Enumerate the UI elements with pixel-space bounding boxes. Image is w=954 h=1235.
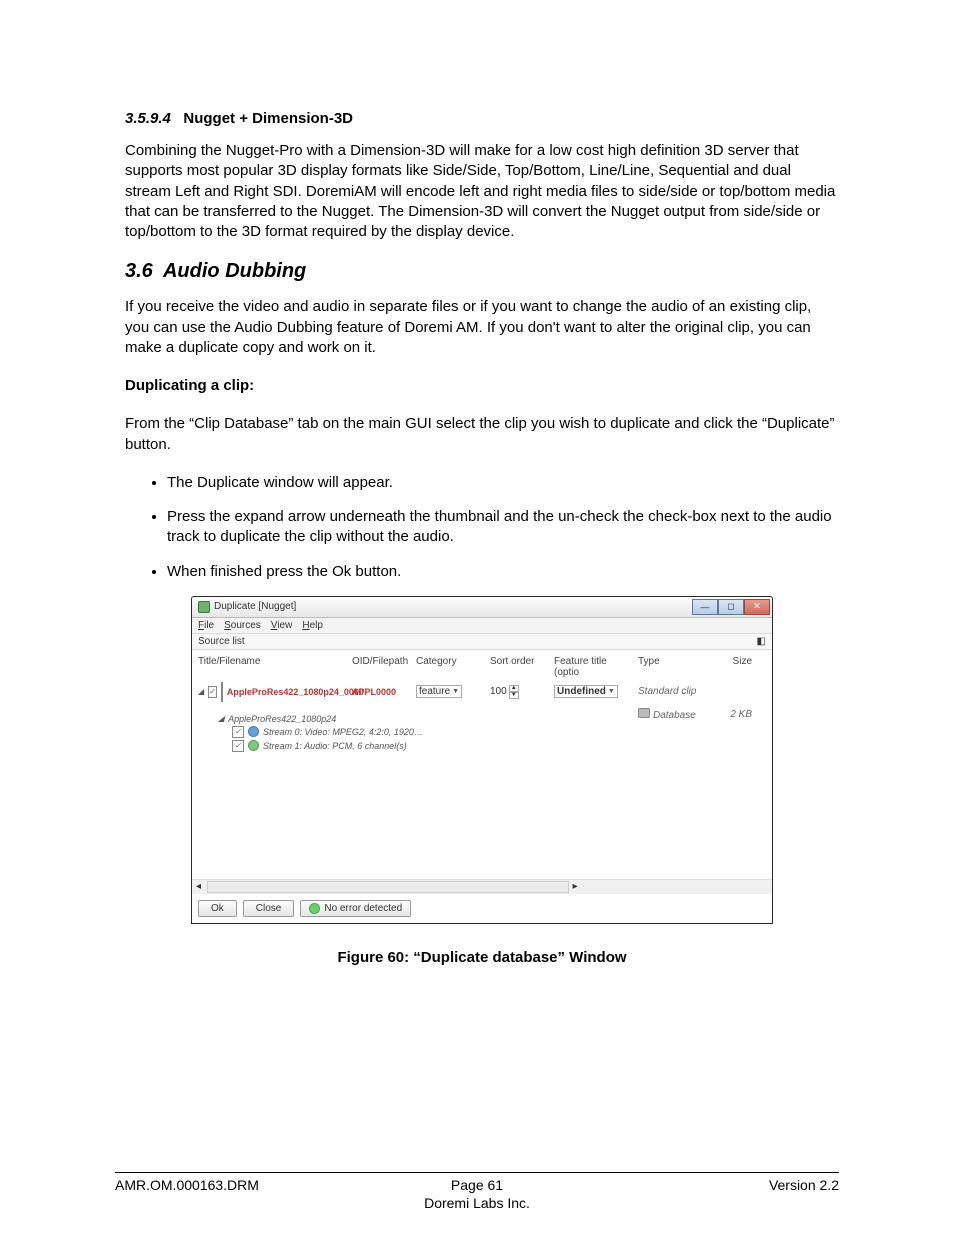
error-status-label: No error detected — [324, 903, 402, 914]
heading-title: Nugget + Dimension-3D — [183, 110, 353, 127]
expand-icon[interactable]: ◢ — [198, 687, 204, 696]
menu-file[interactable]: File — [198, 620, 214, 631]
menu-sources[interactable]: Sources — [224, 620, 261, 631]
col-type[interactable]: Type — [638, 656, 708, 678]
figure-caption: Figure 60: “Duplicate database” Window — [125, 948, 839, 968]
category-dropdown[interactable]: feature▼ — [416, 685, 486, 698]
close-dialog-button[interactable]: Close — [243, 900, 295, 917]
maximize-button[interactable]: ◻ — [718, 599, 744, 615]
heading-title: Audio Dubbing — [163, 260, 306, 282]
undock-icon[interactable]: ◧ — [757, 636, 766, 647]
video-checkbox[interactable]: ✓ — [232, 726, 244, 738]
clip-location: Database — [638, 708, 708, 721]
heading-number: 3.5.9.4 — [125, 110, 171, 127]
audio-checkbox[interactable]: ✓ — [232, 740, 244, 752]
expand-icon[interactable]: ◢ — [218, 714, 224, 723]
audio-stream-label: Stream 1: Audio: PCM, 6 channel(s) — [263, 741, 407, 751]
dup-heading: Duplicating a clip: — [125, 376, 839, 396]
dup-bullets: The Duplicate window will appear. Press … — [155, 473, 839, 582]
col-category[interactable]: Category — [416, 656, 486, 678]
paragraph-3594: Combining the Nugget-Pro with a Dimensio… — [125, 141, 839, 242]
col-oid[interactable]: OID/Filepath — [352, 656, 412, 678]
bullet-item: Press the expand arrow underneath the th… — [167, 507, 839, 548]
error-status-button[interactable]: No error detected — [300, 900, 411, 917]
panel-label: Source list — [198, 636, 245, 647]
heading-3594: 3.5.9.4 Nugget + Dimension-3D — [125, 110, 839, 127]
minimize-button[interactable]: — — [692, 599, 718, 615]
panel-header: Source list ◧ — [192, 634, 772, 650]
sort-spinner[interactable]: 100 ▲▼ — [490, 685, 550, 699]
menu-bar: File Sources View Help — [192, 618, 772, 634]
page-footer: AMR.OM.000163.DRM Page 61 Version 2.2 Do… — [115, 1172, 839, 1193]
menu-view[interactable]: View — [271, 620, 293, 631]
menu-help[interactable]: Help — [302, 620, 323, 631]
tree-parent: AppleProRes422_1080p24 — [228, 714, 336, 724]
clip-size: 2 KB — [712, 709, 752, 720]
feature-dropdown[interactable]: Undefined▼ — [554, 685, 634, 698]
dup-intro: From the “Clip Database” tab on the main… — [125, 414, 839, 455]
heading-36: 3.6 Audio Dubbing — [125, 260, 839, 283]
database-icon — [638, 708, 650, 718]
horizontal-scrollbar[interactable]: ◂ ▸ — [192, 879, 772, 894]
check-icon — [309, 903, 320, 914]
video-stream-label: Stream 0: Video: MPEG2, 4:2:0, 1920… — [263, 727, 423, 737]
col-title[interactable]: Title/Filename — [198, 656, 348, 678]
col-sort[interactable]: Sort order — [490, 656, 550, 678]
bullet-item: When finished press the Ok button. — [167, 562, 839, 582]
bullet-item: The Duplicate window will appear. — [167, 473, 839, 493]
ok-button[interactable]: Ok — [198, 900, 237, 917]
window-title: Duplicate [Nugget] — [214, 601, 296, 612]
clip-oid: APPL0000 — [352, 687, 412, 697]
close-button[interactable]: ✕ — [744, 599, 770, 615]
column-headers: Title/Filename OID/Filepath Category Sor… — [198, 654, 766, 680]
audio-stream-icon — [248, 740, 259, 751]
titlebar: Duplicate [Nugget] — ◻ ✕ — [192, 597, 772, 618]
heading-number: 3.6 — [125, 260, 153, 282]
clip-title: AppleProRes422_1080p24_0000 — [227, 687, 364, 697]
app-icon — [198, 601, 210, 613]
col-size[interactable]: Size — [712, 656, 752, 678]
footer-page: Page 61 — [115, 1177, 839, 1193]
row-checkbox[interactable]: ✓ — [208, 686, 217, 698]
clip-row[interactable]: ◢ ✓ AppleProRes422_1080p24_0000 APPL0000… — [198, 680, 766, 706]
duplicate-window: Duplicate [Nugget] — ◻ ✕ File Sources Vi… — [191, 596, 773, 924]
paragraph-36-intro: If you receive the video and audio in se… — [125, 297, 839, 358]
clip-type: Standard clip — [638, 686, 708, 697]
video-stream-icon — [248, 726, 259, 737]
col-feature[interactable]: Feature title (optio — [554, 656, 634, 678]
thumbnail — [221, 682, 223, 702]
footer-company: Doremi Labs Inc. — [115, 1195, 839, 1211]
